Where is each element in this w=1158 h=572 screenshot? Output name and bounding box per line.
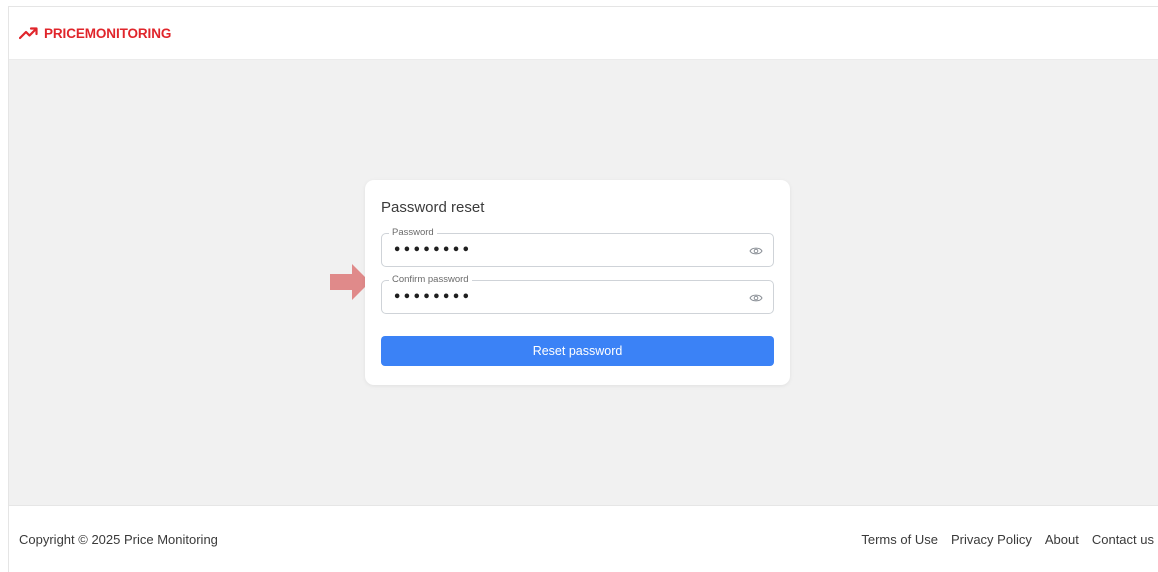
- password-label: Password: [389, 227, 437, 239]
- about-link[interactable]: About: [1045, 532, 1079, 547]
- footer-links: Terms of Use Privacy Policy About Contac…: [861, 532, 1154, 547]
- copyright-text: Copyright © 2025 Price Monitoring: [19, 532, 218, 547]
- eye-icon[interactable]: [749, 244, 763, 258]
- trending-up-icon: [19, 26, 38, 40]
- password-field[interactable]: Password ••••••••: [381, 227, 774, 267]
- brand-name: PRICEMONITORING: [44, 25, 172, 41]
- confirm-password-value[interactable]: ••••••••: [393, 290, 471, 305]
- contact-us-link[interactable]: Contact us: [1092, 532, 1154, 547]
- password-reset-card: Password reset Password •••••••• Confirm…: [365, 180, 790, 385]
- eye-icon[interactable]: [749, 291, 763, 305]
- password-value[interactable]: ••••••••: [393, 243, 471, 258]
- top-header: PRICEMONITORING: [9, 7, 1158, 60]
- confirm-password-field[interactable]: Confirm password ••••••••: [381, 274, 774, 314]
- privacy-policy-link[interactable]: Privacy Policy: [951, 532, 1032, 547]
- terms-of-use-link[interactable]: Terms of Use: [861, 532, 938, 547]
- card-title: Password reset: [381, 199, 485, 216]
- brand-logo[interactable]: PRICEMONITORING: [19, 26, 171, 41]
- reset-password-button[interactable]: Reset password: [381, 336, 774, 366]
- page-footer: Copyright © 2025 Price Monitoring Terms …: [9, 505, 1158, 572]
- confirm-password-label: Confirm password: [389, 274, 472, 286]
